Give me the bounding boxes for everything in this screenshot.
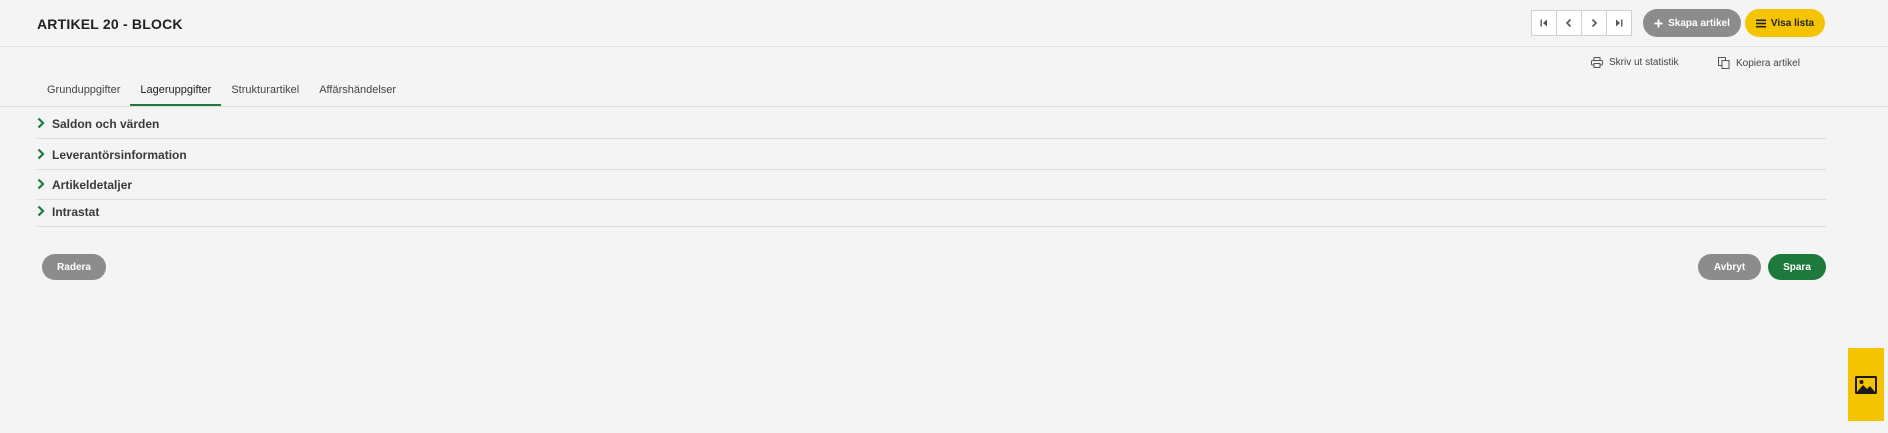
image-panel-toggle[interactable] bbox=[1848, 348, 1884, 421]
section-title: Intrastat bbox=[52, 205, 100, 219]
record-navigation bbox=[1531, 10, 1632, 36]
show-list-label: Visa lista bbox=[1770, 17, 1815, 29]
last-record-button[interactable] bbox=[1606, 10, 1632, 36]
image-icon bbox=[1855, 375, 1877, 394]
copy-article-link[interactable]: Kopiera artikel bbox=[1718, 57, 1800, 69]
plus-icon bbox=[1654, 18, 1663, 28]
tab-lageruppgifter[interactable]: Lageruppgifter bbox=[130, 78, 222, 106]
print-statistics-label: Skriv ut statistik bbox=[1609, 57, 1679, 68]
list-icon bbox=[1755, 19, 1766, 28]
chevron-right-icon bbox=[37, 178, 47, 190]
tab-grunduppgifter[interactable]: Grunduppgifter bbox=[37, 78, 130, 106]
create-article-label: Skapa artikel bbox=[1668, 17, 1730, 29]
section-leverantorsinformation[interactable]: Leverantörsinformation bbox=[37, 146, 1826, 170]
tab-bar: Grunduppgifter Lageruppgifter Strukturar… bbox=[37, 78, 406, 106]
tab-affarshandelser[interactable]: Affärshändelser bbox=[309, 78, 406, 106]
next-icon bbox=[1591, 18, 1598, 28]
copy-icon bbox=[1718, 57, 1730, 69]
print-statistics-link[interactable]: Skriv ut statistik bbox=[1591, 57, 1678, 68]
cancel-button[interactable]: Avbryt bbox=[1698, 254, 1761, 280]
section-saldon-och-varden[interactable]: Saldon och värden bbox=[37, 115, 1826, 139]
first-page-icon bbox=[1540, 19, 1547, 27]
first-record-button[interactable] bbox=[1531, 10, 1557, 36]
next-record-button[interactable] bbox=[1581, 10, 1607, 36]
create-article-button[interactable]: Skapa artikel bbox=[1643, 9, 1741, 37]
chevron-right-icon bbox=[37, 117, 47, 129]
page-title: ARTIKEL 20 - BLOCK bbox=[37, 16, 183, 32]
show-list-button[interactable]: Visa lista bbox=[1745, 9, 1825, 37]
printer-icon bbox=[1591, 57, 1603, 68]
delete-button[interactable]: Radera bbox=[42, 254, 106, 280]
tab-strukturartikel[interactable]: Strukturartikel bbox=[221, 78, 309, 106]
copy-article-label: Kopiera artikel bbox=[1736, 57, 1800, 69]
page-header: ARTIKEL 20 - BLOCK Skapa artikel Visa li… bbox=[0, 0, 1888, 47]
section-title: Saldon och värden bbox=[52, 117, 160, 131]
prev-icon bbox=[1565, 18, 1572, 28]
chevron-right-icon bbox=[37, 205, 47, 217]
last-page-icon bbox=[1616, 19, 1623, 27]
save-button[interactable]: Spara bbox=[1768, 254, 1826, 280]
section-title: Artikeldetaljer bbox=[52, 178, 133, 192]
tab-divider bbox=[0, 106, 1888, 107]
section-artikeldetaljer[interactable]: Artikeldetaljer bbox=[37, 176, 1826, 200]
section-intrastat[interactable]: Intrastat bbox=[37, 203, 1826, 227]
section-title: Leverantörsinformation bbox=[52, 148, 187, 162]
chevron-right-icon bbox=[37, 148, 47, 160]
previous-record-button[interactable] bbox=[1556, 10, 1582, 36]
